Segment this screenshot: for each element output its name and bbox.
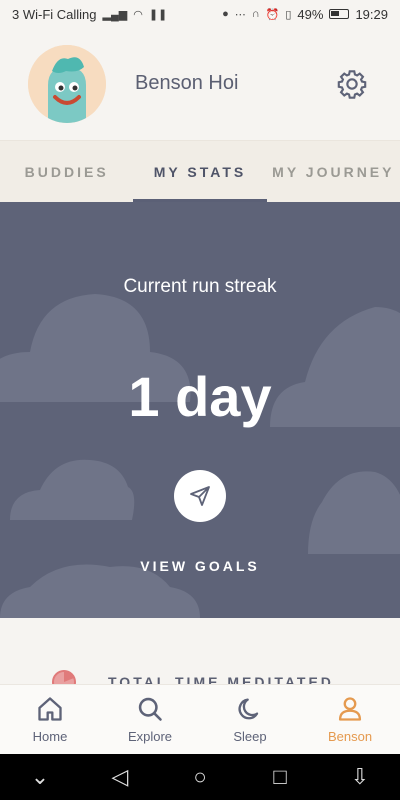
- pause-icon: ❚❚: [148, 8, 168, 21]
- clock: 19:29: [355, 6, 388, 22]
- alarm-icon: ⏰: [265, 8, 280, 21]
- nav-explore-label: Explore: [127, 729, 173, 744]
- tab-my-journey[interactable]: MY JOURNEY: [267, 141, 400, 202]
- tab-my-stats[interactable]: MY STATS: [133, 141, 267, 202]
- back-icon[interactable]: ◁: [100, 764, 140, 790]
- total-time-row: TOTAL TIME MEDITATED: [52, 670, 334, 684]
- user-name: Benson Hoi: [135, 72, 239, 94]
- tab-bar: BUDDIES MY STATS MY JOURNEY: [0, 140, 400, 202]
- wifi-icon: ◠: [133, 8, 143, 21]
- signal-icon: ▂▄▆: [102, 8, 128, 21]
- bottom-nav: Home Explore Sleep Benson: [0, 684, 400, 754]
- person-icon: [338, 697, 362, 721]
- view-goals-button[interactable]: VIEW GOALS: [0, 558, 400, 574]
- nav-home-label: Home: [32, 729, 68, 744]
- gear-icon[interactable]: [336, 68, 368, 100]
- recents-icon[interactable]: □: [260, 764, 300, 790]
- search-icon: [138, 697, 162, 721]
- more-icon: ⋯: [234, 8, 246, 21]
- tab-buddies[interactable]: BUDDIES: [0, 141, 133, 202]
- send-icon: [190, 486, 210, 506]
- vibrate-icon: ▯: [285, 8, 292, 21]
- battery-percent: 49%: [297, 6, 324, 22]
- battery-icon: [329, 9, 350, 19]
- carrier-label: 3 Wi-Fi Calling: [12, 6, 97, 22]
- notification-pull-icon[interactable]: ⇩: [340, 764, 380, 790]
- chevron-down-icon[interactable]: ⌄: [20, 764, 60, 790]
- monster-avatar-icon: [28, 45, 106, 123]
- nav-home[interactable]: Home: [0, 685, 100, 754]
- nav-profile-label: Benson: [327, 729, 373, 744]
- pie-chart-icon: [52, 670, 76, 684]
- streak-value: 1 day: [128, 365, 272, 428]
- avatar[interactable]: [28, 45, 106, 123]
- moon-icon: [238, 698, 259, 720]
- nav-sleep-label: Sleep: [233, 729, 267, 744]
- nav-explore[interactable]: Explore: [100, 685, 200, 754]
- share-streak-button[interactable]: [174, 470, 226, 522]
- system-nav-bar: ⌄ ◁ ○ □ ⇩: [0, 754, 400, 800]
- home-icon: [38, 697, 62, 721]
- profile-header: Benson Hoi: [0, 28, 400, 140]
- nav-profile[interactable]: Benson: [300, 685, 400, 754]
- streak-label: Current run streak: [123, 276, 277, 297]
- nav-sleep[interactable]: Sleep: [200, 685, 300, 754]
- headphones-icon: ∩: [251, 8, 260, 20]
- stats-content: TOTAL TIME MEDITATED: [0, 618, 400, 684]
- total-time-label: TOTAL TIME MEDITATED: [108, 674, 334, 684]
- status-bar: 3 Wi-Fi Calling ▂▄▆ ◠ ❚❚ ● ⋯ ∩ ⏰ ▯ 49% 1…: [0, 0, 400, 28]
- record-icon: ●: [222, 8, 229, 20]
- stats-panel: Current run streak 1 day VIEW GOALS: [0, 202, 400, 618]
- home-circle-icon[interactable]: ○: [180, 764, 220, 790]
